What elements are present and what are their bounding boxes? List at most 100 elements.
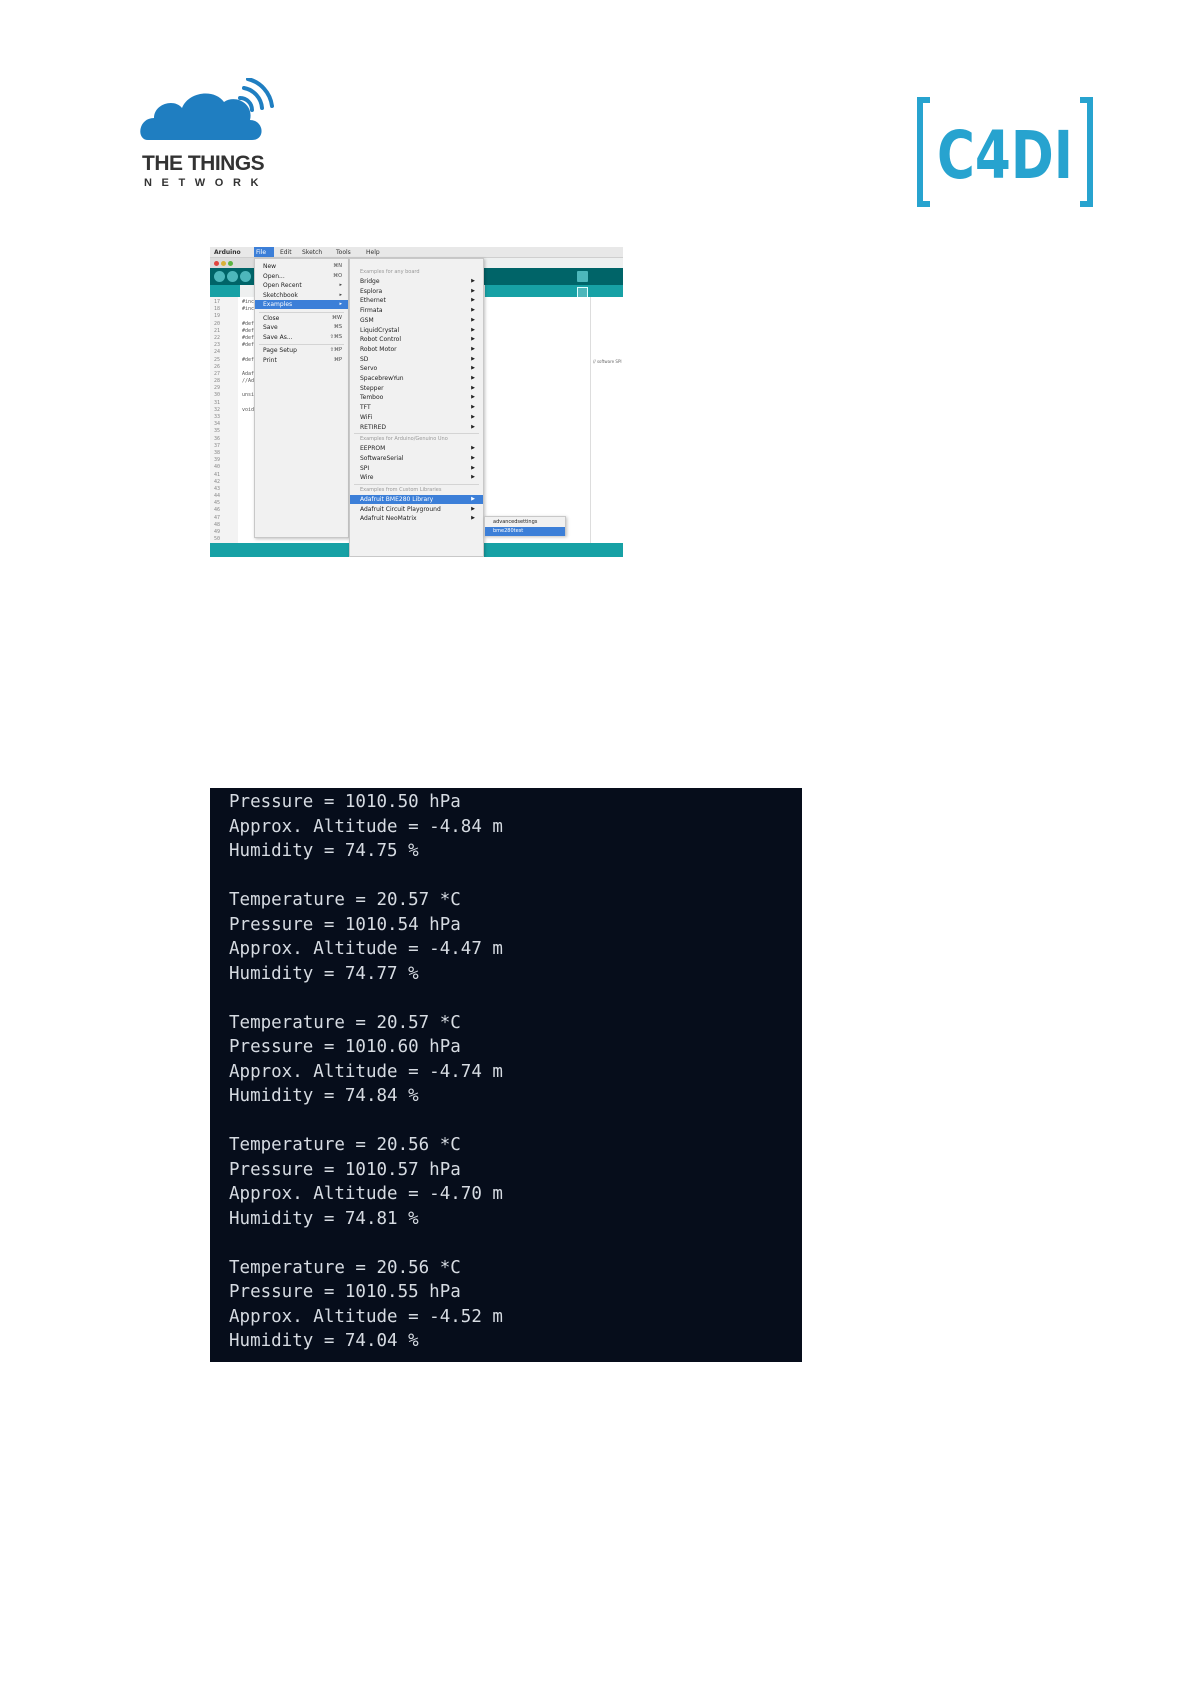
- examples-menu-item[interactable]: Firmata: [360, 307, 383, 314]
- menu-bar: Arduino File Edit Sketch Tools Help: [210, 247, 623, 258]
- line-number: 46: [214, 507, 221, 514]
- menu-item-bme280test[interactable]: bme280test: [493, 528, 523, 534]
- chevron-right-icon: ▶: [471, 336, 475, 343]
- file-menu-item[interactable]: Close: [263, 315, 279, 322]
- sketch-tab[interactable]: [210, 285, 240, 297]
- line-number: 21: [214, 327, 221, 334]
- close-window-button[interactable]: [214, 261, 219, 266]
- menu-shortcut: ▸: [339, 282, 342, 288]
- chevron-right-icon: ▶: [471, 464, 475, 471]
- chevron-right-icon: ▶: [471, 384, 475, 391]
- examples-menu-item[interactable]: Temboo: [360, 394, 383, 401]
- terminal-lines: Pressure = 1010.50 hPa Approx. Altitude =…: [229, 790, 503, 1354]
- file-menu-item[interactable]: Examples: [263, 301, 292, 308]
- chevron-right-icon: ▶: [471, 278, 475, 284]
- chevron-right-icon: ▶: [471, 515, 475, 522]
- menu-separator: [259, 311, 344, 313]
- menu-shortcut: ⌘S: [333, 324, 342, 330]
- examples-menu-item[interactable]: Servo: [360, 365, 377, 372]
- menu-item-advancedsettings[interactable]: advancedsettings: [493, 519, 537, 525]
- examples-menu-item[interactable]: Adafruit Circuit Playground: [360, 506, 441, 513]
- line-number: 31: [214, 399, 221, 406]
- examples-menu-item[interactable]: LiquidCrystal: [360, 327, 399, 334]
- file-menu-item[interactable]: New: [263, 263, 276, 270]
- chevron-right-icon: ▶: [471, 413, 475, 420]
- examples-menu-item[interactable]: SD: [360, 356, 368, 363]
- menu-shortcut: ⌘W: [332, 314, 342, 321]
- menu-shortcut: ▸: [339, 301, 342, 307]
- chevron-right-icon: ▶: [471, 423, 475, 430]
- examples-menu-item[interactable]: Bridge: [360, 278, 380, 285]
- examples-menu-item[interactable]: Wire: [360, 474, 374, 481]
- line-number: 24: [214, 349, 221, 356]
- menu-shortcut: ⌘N: [333, 263, 342, 269]
- line-number: 33: [214, 414, 221, 420]
- terminal-line: Temperature = 20.56 *C: [229, 1135, 461, 1155]
- examples-menu-item[interactable]: SoftwareSerial: [360, 455, 403, 462]
- file-menu-item[interactable]: Open Recent: [263, 282, 302, 289]
- file-menu-item[interactable]: Save: [263, 324, 278, 331]
- chevron-right-icon: ▶: [471, 326, 475, 333]
- verify-button[interactable]: [214, 271, 225, 282]
- line-number: 26: [214, 363, 221, 370]
- examples-menu-item[interactable]: RETIRED: [360, 424, 386, 431]
- menu-tools[interactable]: Tools: [336, 249, 351, 256]
- chevron-right-icon: ▶: [471, 496, 475, 502]
- cloud-wifi-icon: [140, 78, 274, 140]
- examples-menu-item[interactable]: Robot Motor: [360, 346, 397, 353]
- examples-menu-item[interactable]: SpacebrewYun: [360, 375, 404, 382]
- line-number: 22: [214, 334, 221, 341]
- examples-menu-item[interactable]: Robot Control: [360, 336, 401, 343]
- line-number: 43: [214, 485, 221, 492]
- line-number: 19: [214, 313, 221, 320]
- line-number: 42: [214, 478, 221, 485]
- terminal-line: Pressure = 1010.55 hPa: [229, 1282, 461, 1302]
- new-sketch-button[interactable]: [240, 271, 251, 282]
- terminal-line: Humidity = 74.77 %: [229, 963, 419, 984]
- menu-file[interactable]: File: [254, 247, 274, 257]
- terminal-line: Humidity = 74.75 %: [229, 841, 419, 861]
- terminal-line: Humidity = 74.81 %: [229, 1208, 419, 1229]
- logo-text-line-1: THE THINGS: [142, 152, 265, 175]
- terminal-line: Pressure = 1010.54 hPa: [229, 914, 461, 935]
- terminal-line: Temperature = 20.57 *C: [229, 1012, 461, 1033]
- examples-menu-item[interactable]: SPI: [360, 465, 369, 472]
- line-number: 29: [214, 385, 221, 392]
- arduino-ide-screenshot: Arduino File Edit Sketch Tools Help 17 18…: [210, 247, 623, 557]
- file-menu-item[interactable]: Page Setup: [263, 347, 297, 354]
- serial-monitor-button[interactable]: [577, 271, 588, 282]
- examples-menu-item[interactable]: WiFi: [360, 414, 372, 421]
- chevron-right-icon: ▶: [471, 375, 475, 381]
- examples-menu-item[interactable]: TFT: [360, 404, 371, 411]
- file-menu-item[interactable]: Sketchbook: [263, 292, 298, 299]
- examples-menu-item[interactable]: Adafruit NeoMatrix: [360, 515, 417, 522]
- svg-text:C4DI: C4DI: [937, 117, 1073, 194]
- examples-menu-item[interactable]: Ethernet: [360, 297, 386, 304]
- line-number-gutter: 17 18 19 20 21 22 23 24 25 26 27 28 29 30 31 32 33 34 35 36…: [210, 297, 238, 547]
- menu-app[interactable]: Arduino: [214, 249, 241, 256]
- menu-separator: [259, 344, 344, 345]
- line-number: 40: [214, 464, 221, 471]
- menu-edit[interactable]: Edit: [280, 249, 292, 256]
- file-menu-item[interactable]: Save As...: [263, 334, 293, 341]
- examples-menu-item[interactable]: GSM: [360, 317, 374, 324]
- line-number: 41: [214, 471, 221, 478]
- examples-menu-item[interactable]: EEPROM: [360, 445, 385, 452]
- chevron-right-icon: ▶: [471, 365, 475, 372]
- zoom-window-button[interactable]: [228, 261, 233, 266]
- line-number: 38: [214, 449, 221, 456]
- file-menu-item[interactable]: Open...: [263, 273, 285, 280]
- examples-menu-item[interactable]: Stepper: [360, 385, 384, 392]
- file-menu-item[interactable]: Print: [263, 357, 277, 364]
- upload-button[interactable]: [227, 271, 238, 282]
- chevron-right-icon: ▶: [471, 445, 475, 452]
- menu-sketch[interactable]: Sketch: [302, 249, 322, 256]
- examples-menu-item[interactable]: Esplora: [360, 288, 382, 295]
- line-number: 30: [214, 392, 221, 399]
- serial-output-terminal: Pressure = 1010.50 hPa Approx. Altitude =…: [210, 788, 802, 1362]
- menu-help[interactable]: Help: [366, 249, 380, 256]
- minimize-window-button[interactable]: [221, 261, 226, 266]
- examples-menu-item[interactable]: Adafruit BME280 Library: [360, 496, 433, 503]
- line-number: 36: [214, 435, 221, 442]
